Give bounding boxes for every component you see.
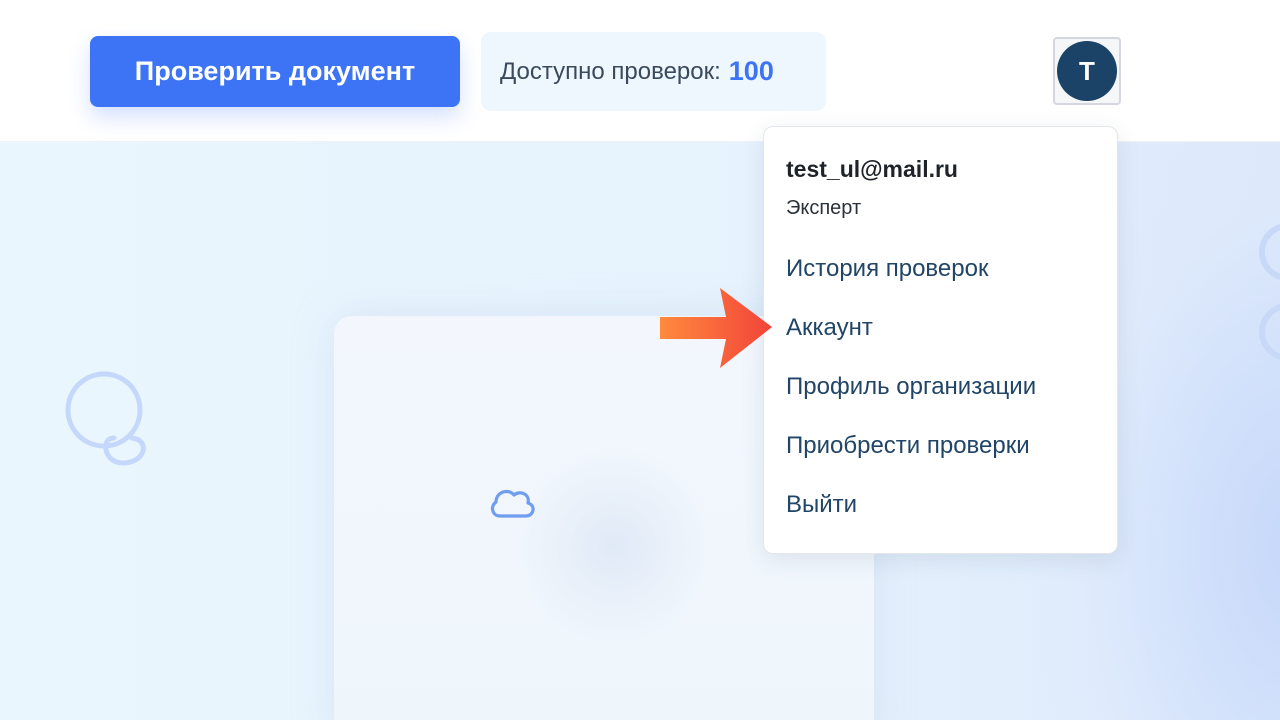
- available-checks-label: Доступно проверок:: [500, 57, 721, 85]
- menu-item-history[interactable]: История проверок: [786, 255, 988, 283]
- page-root: Проверить документ Доступно проверок: 10…: [0, 0, 1280, 720]
- user-dropdown-menu: test_ul@mail.ru Эксперт История проверок…: [763, 126, 1118, 554]
- user-role: Эксперт: [786, 197, 862, 219]
- menu-item-logout[interactable]: Выйти: [786, 491, 857, 519]
- card-glow: [514, 446, 714, 646]
- avatar: T: [1057, 41, 1117, 101]
- available-checks-count: 100: [728, 56, 774, 86]
- swirl-decoration: [65, 371, 146, 466]
- red-arrow-annotation: [660, 288, 772, 368]
- menu-item-organization-profile[interactable]: Профиль организации: [786, 373, 1036, 401]
- menu-item-buy-checks[interactable]: Приобрести проверки: [786, 432, 1030, 460]
- check-document-button[interactable]: Проверить документ: [90, 36, 460, 107]
- user-email: test_ul@mail.ru: [786, 156, 958, 182]
- user-menu-toggle[interactable]: T: [1053, 37, 1121, 105]
- available-checks-badge: Доступно проверок: 100: [481, 32, 826, 111]
- cloud-icon: [490, 489, 535, 518]
- menu-item-account[interactable]: Аккаунт: [786, 314, 873, 342]
- top-header: Проверить документ Доступно проверок: 10…: [0, 0, 1280, 142]
- background-decoration-right: [1259, 224, 1280, 360]
